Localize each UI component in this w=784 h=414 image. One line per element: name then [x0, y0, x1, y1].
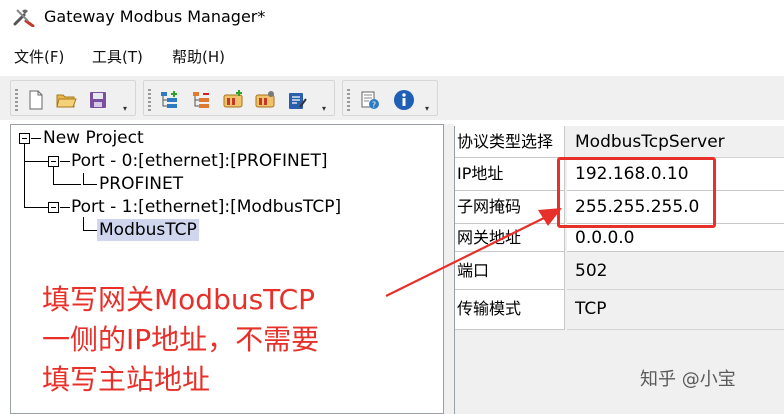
toolbar-overflow-icon[interactable]: ▾ [123, 105, 131, 113]
toolbar-overflow-icon[interactable]: ▾ [322, 105, 330, 113]
tree-connector [24, 144, 25, 208]
toolbar-overflow-icon[interactable]: ▾ [425, 105, 433, 113]
toolbar-project: ▾ [143, 80, 335, 116]
toolbar-grip[interactable] [148, 89, 151, 111]
port-field[interactable]: 502 [567, 252, 784, 290]
highlight-box [557, 157, 716, 228]
watermark: 知乎 @小宝 [640, 369, 736, 390]
tree-connector [83, 184, 97, 185]
tree-node-modbustcp[interactable]: ModbusTCP [97, 219, 199, 241]
toolbar-grip[interactable] [15, 89, 18, 111]
menu-bar: 文件(F) 工具(T) 帮助(H) [0, 42, 784, 72]
title-bar: Gateway Modbus Manager* [0, 0, 784, 34]
prop-row-protocol: 协议类型选择 ModbusTcpServer [455, 126, 784, 158]
annotation-line-1: 填写网关ModbusTCP [42, 283, 316, 316]
help-icon[interactable]: ? [359, 89, 381, 111]
info-icon[interactable] [393, 89, 415, 111]
annotation-arrow [385, 208, 562, 297]
edit-icon[interactable] [286, 89, 308, 111]
tree-connector [53, 184, 81, 185]
tree-connector [83, 217, 84, 231]
tree-connector [60, 207, 70, 208]
tools-icon [13, 9, 35, 27]
tree-connector [24, 207, 48, 208]
protocol-select[interactable]: ModbusTcpServer [567, 126, 784, 158]
tree-node-port0[interactable]: Port - 0:[ethernet]:[PROFINET] [71, 150, 327, 172]
toolbar-area: ▾ ▾ ? ▾ [0, 76, 784, 120]
add-port-icon[interactable] [158, 89, 180, 111]
tree-node-port1[interactable]: Port - 1:[ethernet]:[ModbusTCP] [71, 196, 341, 218]
new-file-icon[interactable] [25, 89, 47, 111]
toolbar-file: ▾ [10, 80, 136, 116]
gateway-field[interactable]: 0.0.0.0 [567, 224, 784, 252]
tree-connector [83, 230, 97, 231]
window-title: Gateway Modbus Manager* [44, 7, 266, 26]
remove-port-icon[interactable] [190, 89, 212, 111]
tree-connector [60, 161, 70, 162]
transport-mode-select[interactable]: TCP [567, 290, 784, 330]
toolbar-help: ? ▾ [342, 80, 438, 116]
annotation-line-3: 填写主站地址 [42, 363, 211, 396]
menu-tools[interactable]: 工具(T) [92, 47, 143, 67]
add-device-icon[interactable] [222, 89, 244, 111]
tree-connector [53, 167, 54, 185]
collapse-root-icon[interactable] [19, 133, 30, 144]
tree-connector [24, 161, 48, 162]
open-folder-icon[interactable] [55, 89, 77, 111]
prop-key-ip: IP地址 [455, 158, 565, 191]
save-icon[interactable] [87, 89, 109, 111]
menu-help[interactable]: 帮助(H) [172, 47, 225, 67]
collapse-port1-icon[interactable] [48, 202, 59, 213]
collapse-port0-icon[interactable] [48, 156, 59, 167]
prop-key-protocol: 协议类型选择 [455, 126, 565, 158]
tree-node-root[interactable]: New Project [43, 127, 144, 149]
svg-text:?: ? [372, 101, 376, 110]
annotation-line-2: 一侧的IP地址，不需要 [42, 323, 320, 356]
menu-file[interactable]: 文件(F) [14, 47, 64, 67]
tree-connector [31, 138, 41, 139]
annotation-text: 填写网关ModbusTCP 一侧的IP地址，不需要 填写主站地址 [42, 280, 402, 400]
tree-node-profinet[interactable]: PROFINET [99, 173, 183, 195]
toolbar-grip[interactable] [347, 89, 350, 111]
device-settings-icon[interactable] [254, 89, 276, 111]
